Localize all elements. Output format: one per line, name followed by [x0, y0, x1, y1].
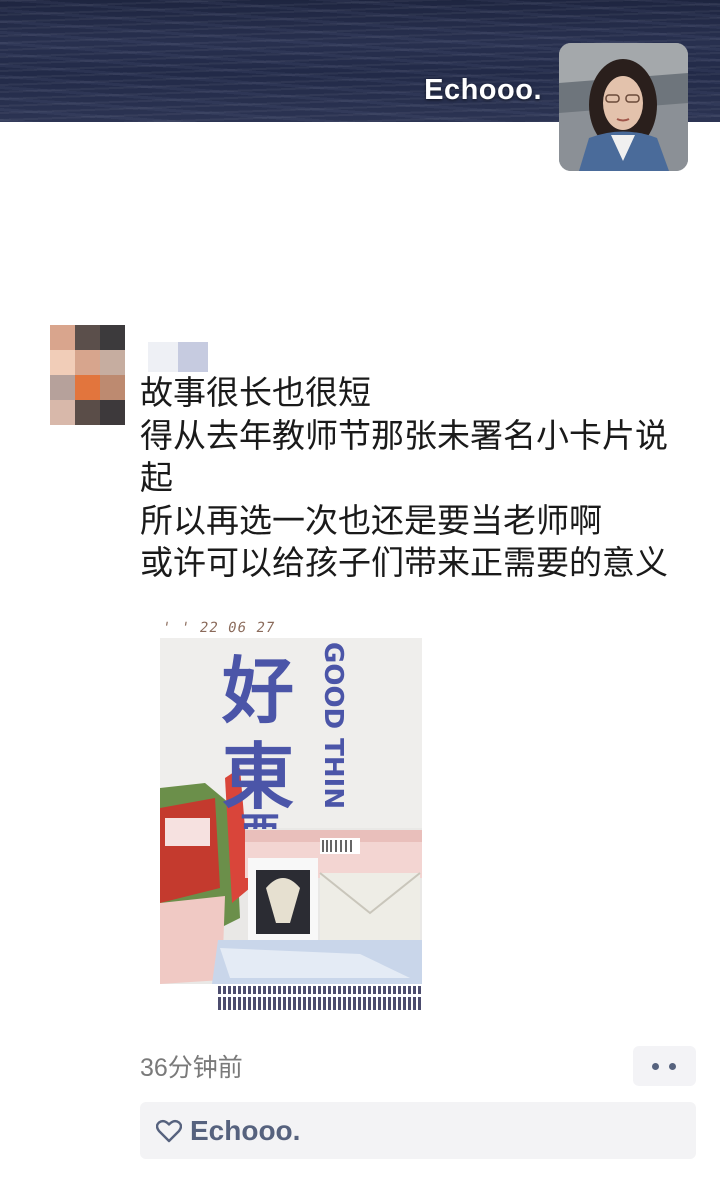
more-dots-icon [652, 1063, 659, 1070]
more-dots-icon [669, 1063, 676, 1070]
cover-display-name: Echooo. [424, 74, 542, 106]
avatar-photo-icon [559, 43, 688, 171]
more-button[interactable] [633, 1046, 696, 1086]
post-timestamp: 36分钟前 [140, 1054, 243, 1082]
post-text-line: 得从去年教师节那张未署名小卡片说 [140, 416, 668, 454]
liker-name[interactable]: Echooo. [190, 1115, 300, 1147]
heart-outline-icon [156, 1119, 182, 1143]
author-avatar[interactable] [50, 325, 125, 425]
post-text: 故事很长也很短 得从去年教师节那张未署名小卡片说 起 所以再选一次也还是要当老师… [140, 372, 700, 585]
likes-section: Echooo. [140, 1102, 696, 1159]
photo-caption-strip [218, 986, 422, 1010]
bag-text-en: GOOD THIN [318, 642, 348, 810]
post-text-line: 所以再选一次也还是要当老师啊 [140, 501, 602, 539]
post-text-line: 故事很长也很短 [140, 374, 371, 411]
post-text-line: 起 [140, 459, 173, 496]
profile-avatar[interactable] [559, 43, 688, 171]
author-name-blurred[interactable] [148, 342, 208, 372]
post-text-line: 或许可以给孩子们带来正需要的意义 [140, 544, 668, 581]
